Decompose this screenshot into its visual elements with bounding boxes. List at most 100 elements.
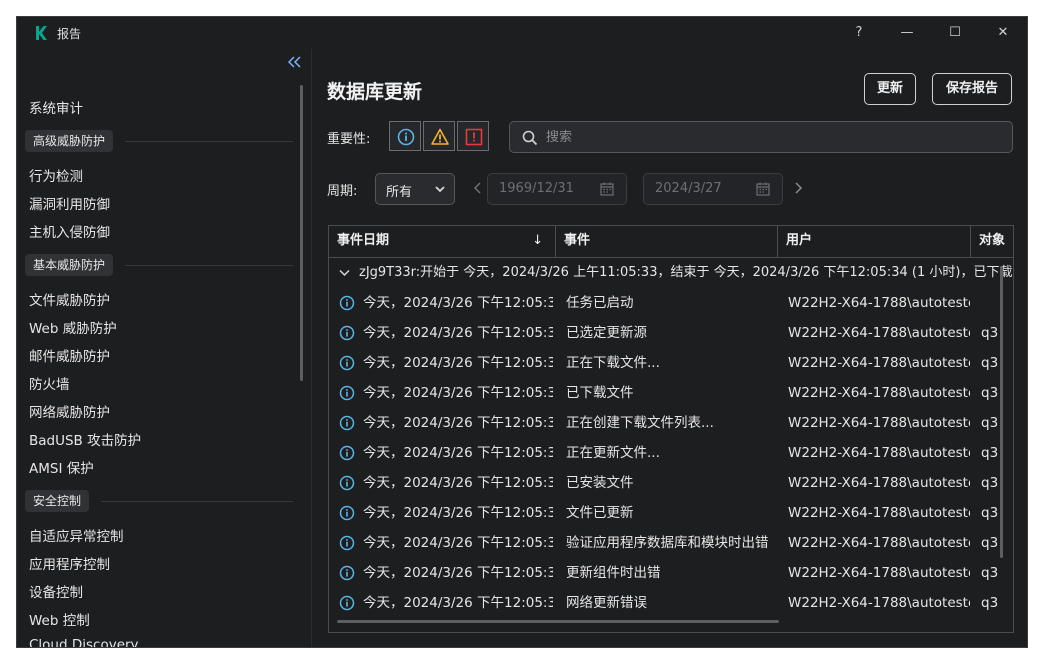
date-to-value: 2024/3/27	[655, 181, 722, 196]
period-label: 周期:	[327, 184, 358, 199]
info-icon	[339, 505, 355, 521]
sidebar-item-web-control[interactable]: Web 控制	[29, 609, 90, 629]
info-icon	[339, 415, 355, 431]
info-icon	[339, 475, 355, 491]
cell-user: W22H2-X64-1788\autotester	[788, 565, 970, 581]
prev-period-icon[interactable]	[473, 181, 483, 195]
table-row[interactable]: 今天，2024/3/26 下午12:05:33 已下载文件 W22H2-X64-17…	[329, 378, 1013, 408]
maximize-button[interactable]: ☐	[935, 21, 975, 45]
next-period-icon[interactable]	[793, 181, 803, 195]
info-icon	[339, 565, 355, 581]
table-row[interactable]: 今天，2024/3/26 下午12:05:33 更新组件时出错 W22H2-X64-…	[329, 558, 1013, 588]
search-input[interactable]	[546, 122, 1006, 152]
table-row[interactable]: 今天，2024/3/26 下午12:05:33 任务已启动 W22H2-X64-17…	[329, 288, 1013, 318]
table-row[interactable]: 今天，2024/3/26 下午12:05:33 正在创建下载文件列表... W22H…	[329, 408, 1013, 438]
cell-user: W22H2-X64-1788\autotester	[788, 355, 970, 371]
sidebar-section-basic-threat: 基本威胁防护	[25, 254, 114, 276]
cell-date: 今天，2024/3/26 下午12:05:33	[363, 535, 553, 551]
table-row[interactable]: 今天，2024/3/26 下午12:05:33 网络更新错误 W22H2-X64-1…	[329, 588, 1013, 618]
calendar-icon[interactable]	[756, 182, 770, 196]
sidebar-item-mail-threat[interactable]: 邮件威胁防护	[29, 345, 110, 365]
sidebar-item-device-control[interactable]: 设备控制	[29, 581, 83, 601]
info-icon	[339, 595, 355, 611]
calendar-icon[interactable]	[600, 182, 614, 196]
cell-date: 今天，2024/3/26 下午12:05:33	[363, 355, 553, 371]
cell-date: 今天，2024/3/26 下午12:05:33	[363, 415, 553, 431]
cell-user: W22H2-X64-1788\autotester	[788, 295, 970, 311]
date-from-value: 1969/12/31	[499, 181, 574, 196]
collapse-sidebar-button[interactable]	[285, 55, 305, 73]
sidebar-item-network-threat[interactable]: 网络威胁防护	[29, 401, 110, 421]
cell-event: 网络更新错误	[566, 595, 647, 611]
sidebar-item-badusb[interactable]: BadUSB 攻击防护	[29, 429, 141, 449]
cell-date: 今天，2024/3/26 下午12:05:33	[363, 325, 553, 341]
section-divider	[125, 265, 293, 266]
cell-event: 已下载文件	[566, 385, 634, 401]
column-header-date-label: 事件日期	[337, 233, 390, 248]
severity-info-toggle[interactable]	[389, 121, 421, 151]
window-title: 报告	[57, 27, 82, 41]
cell-event: 已安装文件	[566, 475, 634, 491]
table-horizontal-scrollbar[interactable]	[337, 620, 779, 623]
search-box	[509, 121, 1013, 153]
sidebar-item-cloud-discovery[interactable]: Cloud Discovery	[29, 637, 139, 647]
column-header-user[interactable]: 用户	[778, 226, 971, 257]
sidebar-item-file-threat[interactable]: 文件威胁防护	[29, 289, 110, 309]
sidebar-item-amsi[interactable]: AMSI 保护	[29, 457, 94, 477]
sort-descending-icon[interactable]: ↓	[532, 226, 543, 256]
cell-event: 验证应用程序数据库和模块时出错	[566, 535, 769, 551]
date-from-field[interactable]: 1969/12/31	[487, 173, 627, 205]
cell-event: 正在下载文件...	[566, 355, 660, 371]
date-to-field[interactable]: 2024/3/27	[643, 173, 783, 205]
cell-date: 今天，2024/3/26 下午12:05:33	[363, 505, 553, 521]
table-header: 事件日期 ↓ 事件 用户 对象	[329, 226, 1013, 258]
table-row[interactable]: 今天，2024/3/26 下午12:05:33 文件已更新 W22H2-X64-17…	[329, 498, 1013, 528]
sidebar-item-behavior-detection[interactable]: 行为检测	[29, 165, 83, 185]
section-divider	[125, 141, 293, 142]
double-chevron-left-icon	[287, 56, 301, 68]
sidebar-item-app-control[interactable]: 应用程序控制	[29, 553, 110, 573]
update-button[interactable]: 更新	[864, 73, 916, 105]
cell-user: W22H2-X64-1788\autotester	[788, 535, 970, 551]
search-icon	[522, 130, 538, 146]
page-title: 数据库更新	[327, 81, 423, 103]
table-row[interactable]: 今天，2024/3/26 下午12:05:33 已安装文件 W22H2-X64-17…	[329, 468, 1013, 498]
section-divider	[101, 501, 293, 502]
sidebar-item-system-audit[interactable]: 系统审计	[29, 97, 83, 117]
close-button[interactable]: ✕	[983, 21, 1023, 45]
warning-icon	[431, 128, 449, 145]
save-report-button[interactable]: 保存报告	[932, 73, 1012, 105]
main-panel: 数据库更新 更新 保存报告 重要性: 搜索 周期: 所有 1969/12/31 …	[327, 49, 1027, 647]
sidebar-item-exploit-prevention[interactable]: 漏洞利用防御	[29, 193, 110, 213]
sidebar-item-firewall[interactable]: 防火墙	[29, 373, 70, 393]
column-header-date[interactable]: 事件日期 ↓	[329, 226, 556, 257]
app-window: 报告 ? — ☐ ✕ 系统审计 高级威胁防护 行为检测 漏洞利用防御 主机入侵防…	[16, 16, 1028, 648]
severity-critical-toggle[interactable]	[457, 121, 489, 151]
column-header-event[interactable]: 事件	[556, 226, 778, 257]
sidebar-item-web-threat[interactable]: Web 威胁防护	[29, 317, 117, 337]
severity-warning-toggle[interactable]	[423, 121, 455, 151]
info-icon	[339, 445, 355, 461]
sidebar-item-adaptive-anomaly[interactable]: 自适应异常控制	[29, 525, 124, 545]
cell-object: q3	[981, 595, 999, 611]
sidebar-section-security-controls: 安全控制	[25, 490, 90, 512]
cell-event: 更新组件时出错	[566, 565, 661, 581]
chevron-down-icon	[435, 186, 445, 193]
table-row[interactable]: 今天，2024/3/26 下午12:05:33 已选定更新源 W22H2-X64-1…	[329, 318, 1013, 348]
table-row[interactable]: 今天，2024/3/26 下午12:05:33 正在更新文件... W22H2-X6…	[329, 438, 1013, 468]
help-button[interactable]: ?	[839, 21, 879, 45]
events-table: 事件日期 ↓ 事件 用户 对象 zJg9T33r:开始于 今天，2024/3/2…	[328, 225, 1014, 633]
column-header-object[interactable]: 对象	[971, 226, 1013, 257]
sidebar-divider	[311, 49, 312, 647]
chevron-down-icon[interactable]	[339, 269, 350, 277]
table-row[interactable]: 今天，2024/3/26 下午12:05:33 正在下载文件... W22H2-X6…	[329, 348, 1013, 378]
sidebar-item-host-intrusion[interactable]: 主机入侵防御	[29, 221, 110, 241]
period-select[interactable]: 所有	[375, 173, 455, 205]
table-vertical-scrollbar[interactable]	[1000, 266, 1003, 558]
minimize-button[interactable]: —	[887, 21, 927, 45]
title-bar: 报告 ? — ☐ ✕	[17, 17, 1027, 49]
cell-user: W22H2-X64-1788\autotester	[788, 385, 970, 401]
sidebar-scrollbar[interactable]	[300, 85, 303, 381]
task-group-row[interactable]: zJg9T33r:开始于 今天，2024/3/26 上午11:05:33，结束于…	[329, 258, 1013, 288]
table-row[interactable]: 今天，2024/3/26 下午12:05:33 验证应用程序数据库和模块时出错 W2…	[329, 528, 1013, 558]
